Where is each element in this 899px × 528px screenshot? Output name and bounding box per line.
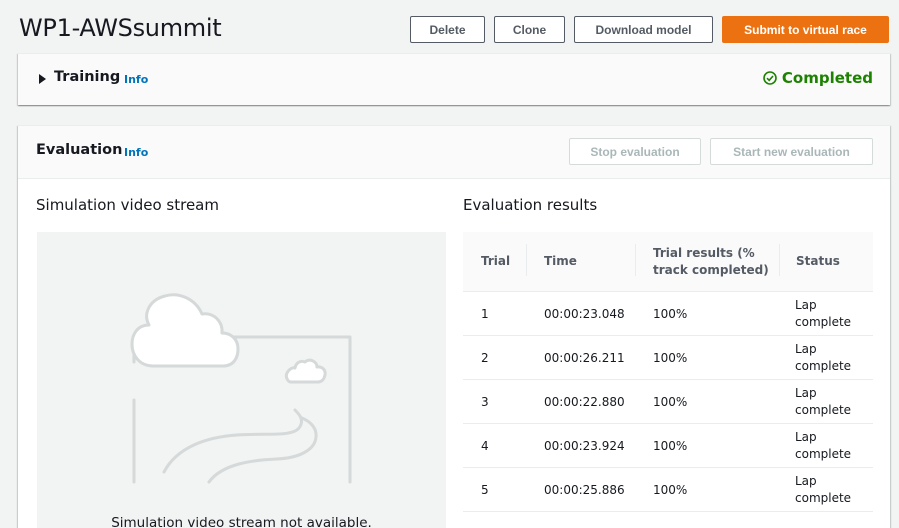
evaluation-header: Evaluation Info Stop evaluation Start ne… <box>18 126 890 179</box>
table-row: 1 00:00:23.048 100% Lap complete <box>463 292 873 336</box>
clone-button[interactable]: Clone <box>494 16 565 43</box>
training-title[interactable]: Training <box>54 69 120 85</box>
cell-result: 100% <box>653 351 688 365</box>
cell-time: 00:00:23.048 <box>544 307 625 321</box>
cell-trial: 4 <box>481 439 489 453</box>
cell-status: Lap complete <box>795 298 852 329</box>
download-model-button[interactable]: Download model <box>574 16 713 43</box>
table-header: Trial Time Trial results (% track comple… <box>463 232 873 292</box>
column-header-time[interactable]: Time <box>544 253 577 270</box>
column-divider <box>635 244 636 276</box>
table-row: 4 00:00:23.924 100% Lap complete <box>463 424 873 468</box>
cell-status: Lap complete <box>795 342 852 373</box>
cell-result: 100% <box>653 395 688 409</box>
cell-status: Lap complete <box>795 386 852 417</box>
image-placeholder-icon <box>130 293 352 484</box>
stop-evaluation-button[interactable]: Stop evaluation <box>569 138 701 165</box>
cell-status: Lap complete <box>795 430 852 461</box>
start-new-evaluation-button[interactable]: Start new evaluation <box>710 138 873 165</box>
training-info-link[interactable]: Info <box>124 73 148 86</box>
column-header-trial[interactable]: Trial <box>481 253 510 270</box>
column-divider <box>526 244 527 276</box>
table-row: 2 00:00:26.211 100% Lap complete <box>463 336 873 380</box>
cell-status: Lap complete <box>795 474 852 505</box>
column-divider <box>779 244 780 276</box>
evaluation-results-table: Trial Time Trial results (% track comple… <box>463 232 873 512</box>
cell-time: 00:00:23.924 <box>544 439 625 453</box>
cell-trial: 3 <box>481 395 489 409</box>
cell-result: 100% <box>653 439 688 453</box>
cell-trial: 1 <box>481 307 489 321</box>
evaluation-title: Evaluation <box>36 142 123 158</box>
page-title: WP1-AWSsummit <box>19 14 222 42</box>
caret-right-icon[interactable] <box>39 74 46 84</box>
status-label: Completed <box>781 69 873 87</box>
cell-time: 00:00:25.886 <box>544 483 625 497</box>
cell-result: 100% <box>653 307 688 321</box>
video-unavailable-message: Simulation video stream not available. <box>111 515 372 528</box>
video-stream-title: Simulation video stream <box>36 196 219 214</box>
evaluation-info-link[interactable]: Info <box>124 146 148 159</box>
column-header-status[interactable]: Status <box>796 253 840 270</box>
delete-button[interactable]: Delete <box>410 16 485 43</box>
video-placeholder: Simulation video stream not available. <box>37 232 446 528</box>
cell-trial: 2 <box>481 351 489 365</box>
submit-to-virtual-race-button[interactable]: Submit to virtual race <box>722 16 889 43</box>
cell-trial: 5 <box>481 483 489 497</box>
training-panel: Training Info Completed <box>18 53 890 105</box>
check-circle-icon <box>763 71 777 85</box>
cell-time: 00:00:22.880 <box>544 395 625 409</box>
column-header-trial-results[interactable]: Trial results (% track completed) <box>653 245 773 279</box>
cell-result: 100% <box>653 483 688 497</box>
evaluation-results-title: Evaluation results <box>463 196 598 214</box>
training-status: Completed <box>763 69 873 87</box>
evaluation-panel: Evaluation Info Stop evaluation Start ne… <box>18 125 890 528</box>
cell-time: 00:00:26.211 <box>544 351 625 365</box>
table-row: 3 00:00:22.880 100% Lap complete <box>463 380 873 424</box>
table-row: 5 00:00:25.886 100% Lap complete <box>463 468 873 512</box>
